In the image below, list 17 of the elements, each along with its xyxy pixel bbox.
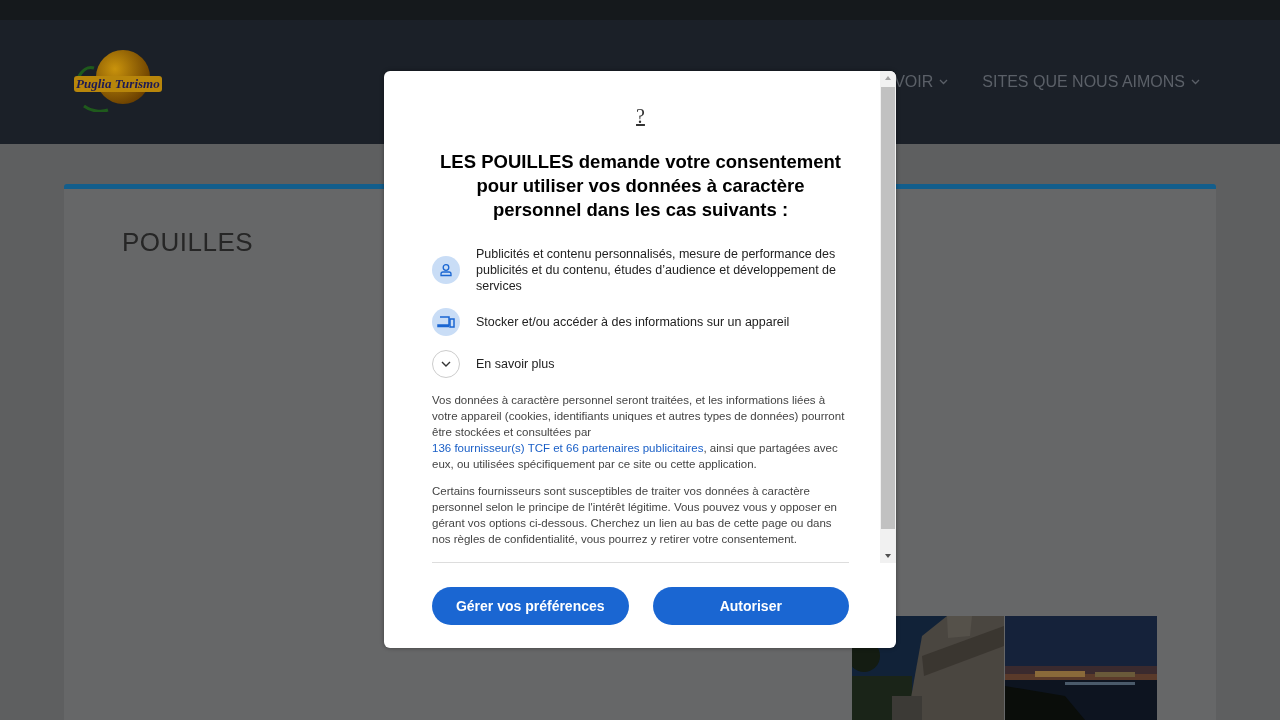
help-link[interactable]: ? bbox=[636, 105, 645, 128]
preferences-button[interactable]: Gérer vos préférences bbox=[432, 587, 629, 625]
purpose-text: Stocker et/ou accéder à des informations sur un appareil bbox=[476, 314, 790, 330]
dialog-heading: LES POUILLES demande votre consentement pour utiliser vos données à caractère personnel dans les cas suivants : bbox=[439, 150, 842, 222]
expand-button[interactable] bbox=[432, 350, 460, 378]
logo-text: Puglia Turismo bbox=[74, 76, 162, 92]
logo[interactable]: Puglia Turismo bbox=[70, 48, 176, 112]
learn-more-label[interactable]: En savoir plus bbox=[476, 356, 555, 372]
chevron-icon bbox=[441, 361, 451, 367]
purpose-text: Publicités et contenu personnalisés, mesure de performance des publicités et du contenu, études d’audience et développement de services bbox=[476, 246, 837, 294]
devices-icon bbox=[437, 315, 455, 329]
person-icon bbox=[439, 263, 453, 277]
scrollbar[interactable] bbox=[880, 71, 896, 563]
allow-button[interactable]: Autoriser bbox=[652, 587, 849, 625]
info-paragraph: Certains fournisseurs sont susceptibles de traiter vos données à caractère personnel selon le principe de l'intérêt légitime. Vous pouvez vous y opposer en gérant vos options ci-dessous. Cherchez un lien au bas de cette page ou dans nos règles de confidentialité, vous pourrez y retirer votre consentement. bbox=[432, 484, 838, 547]
info-paragraph: Vos données à caractère personnel seront traitées, et les informations liées à votre appareil (cookies, identifiants uniques et autres types de données) pourront être stockées et consultées par 136 fournisseur(s) TCF et 66 partenaires publicitaires, ainsi que partagées avec eux, ou utilisées spécifiquement par ce site ou cette application. bbox=[432, 393, 846, 472]
page-title: POUILLES bbox=[122, 227, 254, 258]
